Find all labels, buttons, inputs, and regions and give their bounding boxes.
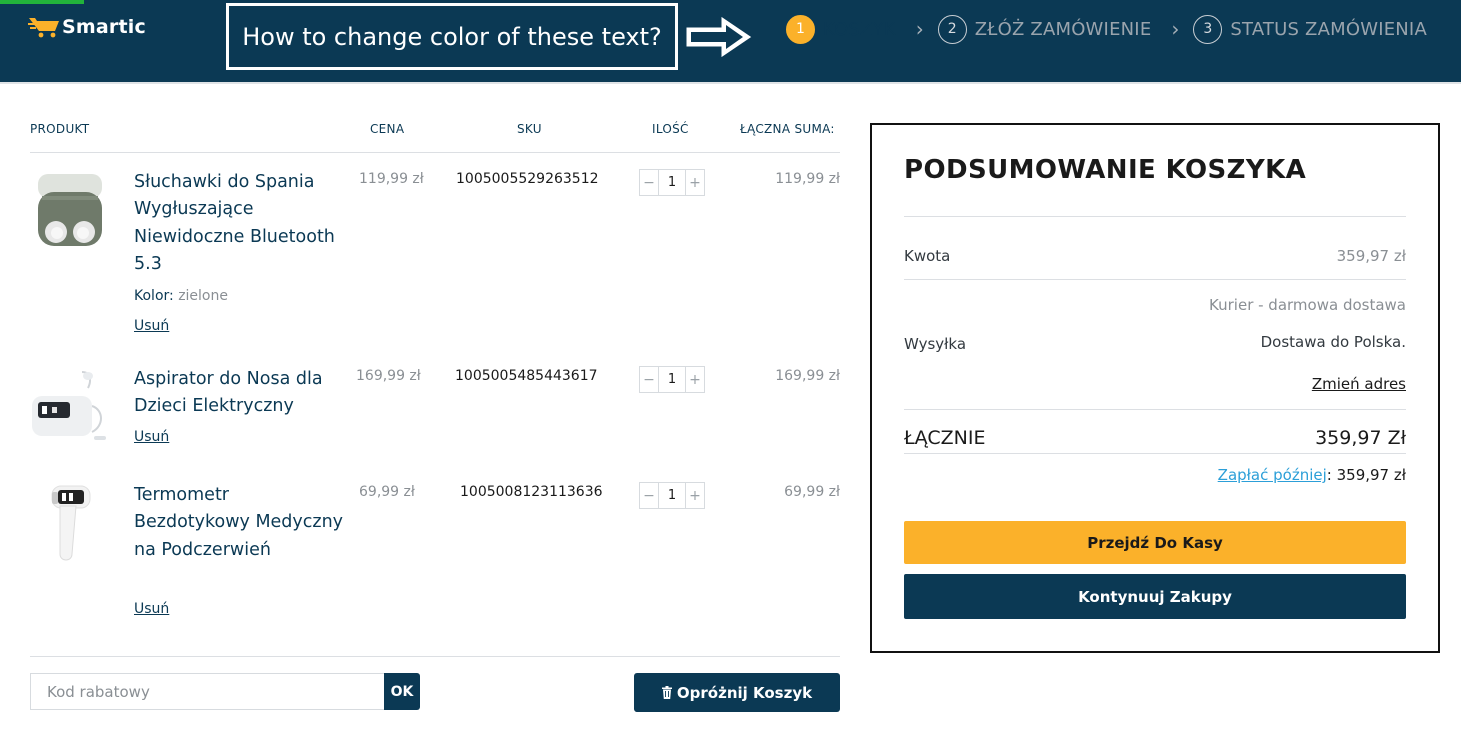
accent-strip (0, 0, 84, 4)
increment-button[interactable]: + (686, 170, 704, 195)
checkout-steps: 1 KOSZYK › 2 ZŁÓŻ ZAMÓWIENIE › 3 STATUS … (786, 13, 1427, 45)
product-name[interactable]: Aspirator do Nosa dla Dzieci Elektryczny (134, 366, 344, 421)
thermometer-image[interactable] (30, 484, 110, 564)
brand-name: Smartic (62, 16, 146, 38)
summary-divider (904, 453, 1406, 454)
quantity-stepper: − 1 + (639, 482, 705, 509)
step-number: 2 (937, 14, 967, 44)
quantity-input[interactable]: 1 (658, 367, 686, 392)
item-total: 169,99 zł (775, 368, 840, 384)
decrement-button[interactable]: − (640, 170, 658, 195)
apply-coupon-button[interactable]: OK (384, 673, 420, 710)
item-price: 69,99 zł (359, 484, 415, 500)
cart-summary-panel: PODSUMOWANIE KOSZYKA Kwota 359,97 zł Kur… (870, 123, 1440, 653)
arrow-right-icon (685, 15, 753, 59)
item-price: 169,99 zł (356, 368, 421, 384)
pay-later-row: Zapłać później: 359,97 zł (1218, 466, 1406, 484)
header-sku: SKU (517, 122, 542, 136)
item-total: 119,99 zł (775, 171, 840, 187)
remove-item-link[interactable]: Usuń (134, 601, 169, 617)
summary-divider (904, 279, 1406, 280)
amount-value: 359,97 zł (1336, 247, 1406, 265)
summary-divider (904, 216, 1406, 217)
annotation-box: How to change color of these text? (226, 3, 678, 70)
annotation-text: How to change color of these text? (242, 22, 662, 51)
change-address-link[interactable]: Zmień adres (1312, 375, 1406, 393)
total-value: 359,97 Zł (1315, 427, 1406, 449)
item-total: 69,99 zł (784, 484, 840, 500)
step-label: STATUS ZAMÓWIENIA (1230, 18, 1427, 40)
decrement-button[interactable]: − (640, 367, 658, 392)
quantity-input[interactable]: 1 (658, 483, 686, 508)
continue-shopping-button[interactable]: Kontynuuj Zakupy (904, 574, 1406, 619)
product-name[interactable]: Słuchawki do Spania Wygłuszające Niewido… (134, 169, 344, 278)
cart-logo-icon (28, 18, 59, 38)
chevron-right-icon: › (1171, 17, 1180, 41)
table-bottom-divider (30, 656, 840, 657)
amount-label: Kwota (904, 247, 951, 265)
header-price: CENA (370, 122, 405, 136)
shipping-destination: Dostawa do Polska. (1260, 333, 1406, 351)
total-label: ŁĄCZNIE (904, 427, 986, 449)
shipping-label: Wysyłka (904, 335, 967, 353)
product-attribute: Kolor: zielone (134, 288, 228, 304)
logo[interactable]: Smartic (28, 14, 146, 40)
step-label: KOSZYK (823, 18, 896, 40)
attribute-label: Kolor: (134, 288, 174, 304)
chevron-right-icon: › (915, 17, 924, 41)
step-label: ZŁÓŻ ZAMÓWIENIE (974, 18, 1152, 40)
quantity-input[interactable]: 1 (658, 170, 686, 195)
remove-item-link[interactable]: Usuń (134, 429, 169, 445)
empty-cart-label: Opróżnij Koszyk (676, 683, 813, 702)
coupon-input[interactable] (30, 673, 385, 710)
trash-icon (661, 686, 672, 699)
earbuds-image[interactable] (30, 170, 110, 250)
summary-title: PODSUMOWANIE KOSZYKA (904, 155, 1307, 185)
pay-later-value: : 359,97 zł (1326, 466, 1406, 484)
step-place-order[interactable]: 2 ZŁÓŻ ZAMÓWIENIE (937, 14, 1152, 44)
quantity-stepper: − 1 + (639, 366, 705, 393)
item-price: 119,99 zł (359, 171, 424, 187)
shipping-method: Kurier - darmowa dostawa (1209, 296, 1406, 314)
empty-cart-button[interactable]: Opróżnij Koszyk (634, 673, 840, 712)
header-qty: ILOŚĆ (652, 122, 689, 136)
header-product: PRODUKT (30, 122, 90, 136)
increment-button[interactable]: + (686, 483, 704, 508)
step-number: 1 (786, 14, 815, 44)
increment-button[interactable]: + (686, 367, 704, 392)
product-name[interactable]: Termometr Bezdotykowy Medyczny na Podcze… (134, 482, 344, 564)
decrement-button[interactable]: − (640, 483, 658, 508)
summary-divider (904, 409, 1406, 410)
step-number: 3 (1193, 14, 1223, 44)
item-sku: 1005005529263512 (456, 171, 599, 187)
remove-item-link[interactable]: Usuń (134, 318, 169, 334)
item-sku: 1005008123113636 (460, 484, 603, 500)
checkout-button[interactable]: Przejdź Do Kasy (904, 521, 1406, 564)
pay-later-link[interactable]: Zapłać później (1218, 466, 1327, 484)
header-divider (0, 82, 1461, 84)
table-divider (30, 152, 840, 153)
attribute-value: zielone (178, 288, 228, 304)
step-cart[interactable]: 1 KOSZYK (786, 14, 896, 44)
item-sku: 1005005485443617 (455, 368, 598, 384)
quantity-stepper: − 1 + (639, 169, 705, 196)
step-order-status[interactable]: 3 STATUS ZAMÓWIENIA (1193, 14, 1427, 44)
header-total: ŁĄCZNA SUMA: (740, 122, 835, 136)
nasal-aspirator-image[interactable] (30, 366, 110, 446)
